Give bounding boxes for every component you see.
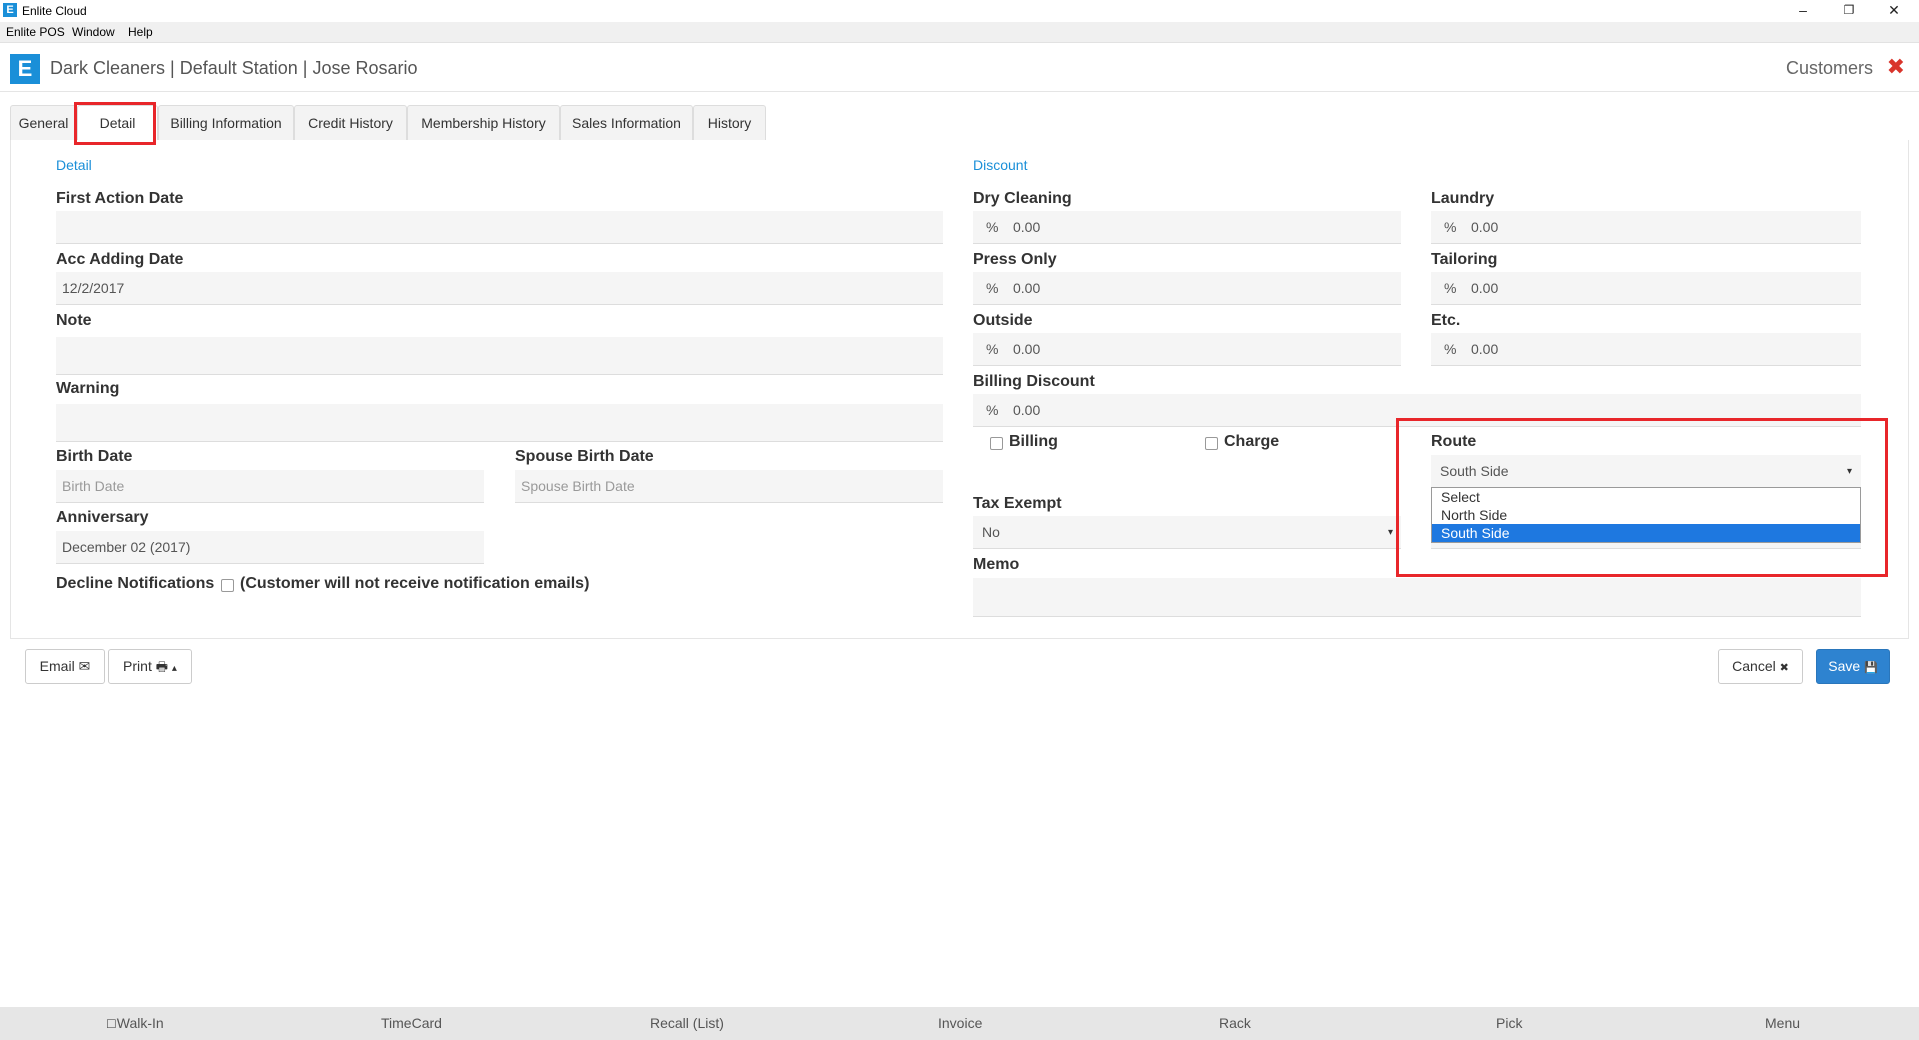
tax-exempt-select[interactable]: No: [973, 516, 1401, 549]
note-field[interactable]: [56, 337, 943, 375]
outside-label: Outside: [973, 312, 1033, 329]
tab-sales-information[interactable]: Sales Information: [560, 105, 693, 140]
window-titlebar: E Enlite Cloud – ❐ ✕: [0, 0, 1919, 22]
discount-section-title: Discount: [973, 157, 1028, 173]
tax-exempt-label: Tax Exempt: [973, 495, 1062, 512]
print-button[interactable]: Print 🖶 ▴: [108, 649, 192, 684]
charge-checkbox-label: Charge: [1224, 433, 1280, 450]
email-button-label: Email: [39, 658, 75, 674]
printer-icon: 🖶: [155, 659, 169, 674]
birth-date-label: Birth Date: [56, 448, 133, 465]
restore-button[interactable]: ❐: [1829, 0, 1869, 22]
app-logo-icon: E: [3, 3, 17, 17]
etc-field[interactable]: 0.00: [1431, 333, 1861, 366]
billing-checkbox[interactable]: [990, 437, 1003, 450]
press-only-field[interactable]: 0.00: [973, 272, 1401, 305]
decline-notifications-label: Decline Notifications: [56, 575, 215, 592]
laundry-percent: %: [1444, 219, 1457, 235]
bottom-nav-rack[interactable]: Rack: [1219, 1015, 1251, 1031]
walk-in-label: Walk-In: [116, 1015, 164, 1031]
print-button-label: Print: [123, 658, 152, 674]
laundry-label: Laundry: [1431, 190, 1495, 207]
warning-label: Warning: [56, 380, 120, 397]
birth-date-field[interactable]: Birth Date: [56, 470, 484, 503]
memo-label: Memo: [973, 556, 1020, 573]
tab-membership-history[interactable]: Membership History: [407, 105, 560, 140]
billing-checkbox-label: Billing: [1009, 433, 1058, 450]
minimize-button[interactable]: –: [1783, 0, 1823, 22]
bottom-nav-recall-list[interactable]: Recall (List): [650, 1015, 724, 1031]
dry-cleaning-field[interactable]: 0.00: [973, 211, 1401, 244]
decline-notifications-note: (Customer will not receive notification …: [240, 575, 590, 592]
tailoring-label: Tailoring: [1431, 251, 1498, 268]
bottom-nav-menu[interactable]: Menu: [1765, 1015, 1800, 1031]
billing-discount-percent: %: [986, 402, 999, 418]
floppy-disk-icon: 💾: [1864, 662, 1878, 674]
press-only-label: Press Only: [973, 251, 1057, 268]
bottom-nav-pick[interactable]: Pick: [1496, 1015, 1522, 1031]
save-button[interactable]: Save 💾: [1816, 649, 1890, 684]
detail-section-title: Detail: [56, 157, 92, 173]
menubar: Enlite POS Window Help: [0, 22, 1919, 43]
spouse-birth-date-field[interactable]: Spouse Birth Date: [515, 470, 943, 503]
spouse-birth-date-label: Spouse Birth Date: [515, 448, 654, 465]
bottom-nav-bar: ☐Walk-In TimeCard Recall (List) Invoice …: [0, 1007, 1919, 1040]
note-label: Note: [56, 312, 92, 329]
first-action-date-label: First Action Date: [56, 190, 184, 207]
first-action-date-field[interactable]: [56, 211, 943, 244]
tax-exempt-chevron-down-icon: ▾: [1388, 527, 1394, 538]
anniversary-label: Anniversary: [56, 509, 149, 526]
cancel-x-icon: ✖: [1779, 662, 1789, 674]
billing-discount-label: Billing Discount: [973, 373, 1095, 390]
app-header: E Dark Cleaners | Default Station | Jose…: [0, 44, 1919, 92]
dry-cleaning-percent: %: [986, 219, 999, 235]
dry-cleaning-label: Dry Cleaning: [973, 190, 1072, 207]
bottom-nav-timecard[interactable]: TimeCard: [381, 1015, 442, 1031]
menu-enlite-pos[interactable]: Enlite POS: [6, 25, 65, 39]
bottom-nav-invoice[interactable]: Invoice: [938, 1015, 982, 1031]
tailoring-percent: %: [1444, 280, 1457, 296]
window-close-button[interactable]: ✕: [1874, 0, 1914, 22]
cancel-button[interactable]: Cancel ✖: [1718, 649, 1803, 684]
email-button[interactable]: Email ✉: [25, 649, 105, 684]
section-name: Customers: [1785, 58, 1873, 78]
charge-checkbox[interactable]: [1205, 437, 1218, 450]
bottom-nav-walk-in[interactable]: ☐Walk-In: [106, 1015, 164, 1031]
menu-window[interactable]: Window: [72, 25, 115, 39]
tab-credit-history[interactable]: Credit History: [294, 105, 407, 140]
envelope-icon: ✉: [78, 658, 91, 674]
save-button-label: Save: [1828, 658, 1861, 674]
laundry-field[interactable]: 0.00: [1431, 211, 1861, 244]
acc-adding-date-label: Acc Adding Date: [56, 251, 184, 268]
outside-percent: %: [986, 341, 999, 357]
tab-billing-information[interactable]: Billing Information: [158, 105, 294, 140]
menu-help[interactable]: Help: [128, 25, 153, 39]
caret-up-icon: ▴: [171, 663, 177, 674]
etc-label: Etc.: [1431, 312, 1461, 329]
tab-general[interactable]: General: [10, 105, 77, 140]
detail-tab-highlight: [74, 102, 156, 145]
press-only-percent: %: [986, 280, 999, 296]
enlite-logo-icon: E: [10, 54, 40, 84]
warning-field[interactable]: [56, 404, 943, 442]
page-title: Dark Cleaners | Default Station | Jose R…: [50, 58, 418, 78]
etc-percent: %: [1444, 341, 1457, 357]
tailoring-field[interactable]: 0.00: [1431, 272, 1861, 305]
decline-notifications-checkbox[interactable]: [221, 579, 234, 592]
window-title: Enlite Cloud: [22, 4, 87, 18]
walk-in-square-icon: ☐: [106, 1017, 117, 1031]
acc-adding-date-field[interactable]: 12/2/2017: [56, 272, 943, 305]
tab-history[interactable]: History: [693, 105, 766, 140]
route-highlight: [1396, 418, 1888, 577]
memo-field[interactable]: [973, 578, 1861, 617]
cancel-button-label: Cancel: [1732, 658, 1776, 674]
anniversary-field[interactable]: December 02 (2017): [56, 531, 484, 564]
outside-field[interactable]: 0.00: [973, 333, 1401, 366]
close-icon[interactable]: ✖: [1887, 54, 1905, 80]
